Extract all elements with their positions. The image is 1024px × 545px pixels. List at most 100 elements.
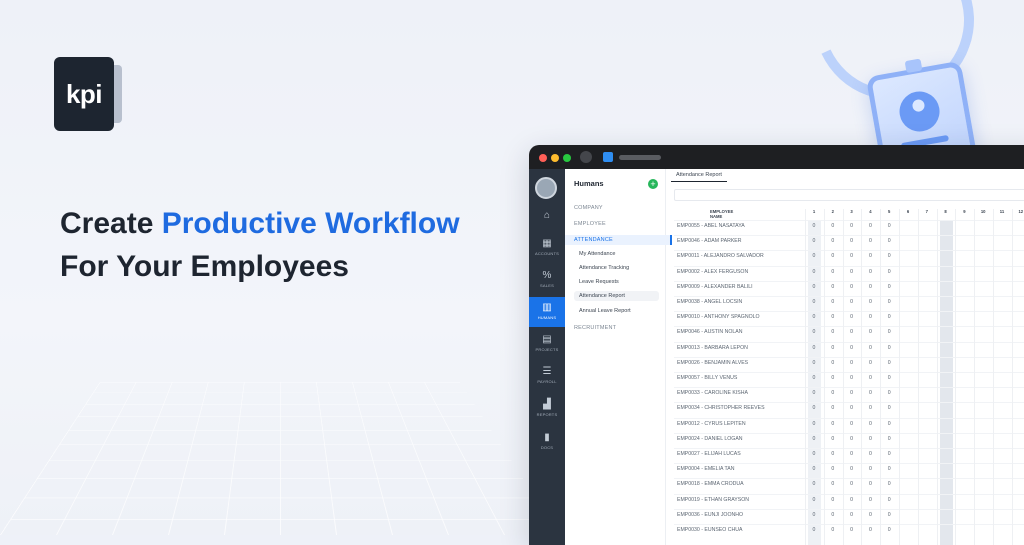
attendance-cell: 0 bbox=[868, 420, 872, 427]
row-divider bbox=[674, 250, 1024, 252]
close-dot[interactable] bbox=[539, 154, 547, 162]
rail-item-projects[interactable]: ▤ PROJECTS bbox=[529, 329, 565, 359]
avatar[interactable] bbox=[535, 177, 557, 199]
attendance-cell: 0 bbox=[850, 375, 854, 381]
humans-icon: ▥ bbox=[542, 302, 552, 313]
column-divider bbox=[861, 209, 863, 545]
employee-name[interactable]: EMP0030 - EUNSEO CHUA bbox=[677, 527, 742, 533]
attendance-cell: 0 bbox=[868, 405, 872, 412]
rail-item-home[interactable]: ⌂ bbox=[529, 205, 565, 235]
attendance-cell: 0 bbox=[812, 299, 816, 305]
day-header: 12 bbox=[1018, 209, 1024, 214]
attendance-cell: 0 bbox=[850, 299, 854, 305]
attendance-cell: 0 bbox=[850, 420, 854, 427]
attendance-cell: 0 bbox=[868, 283, 872, 290]
nav-attendance-report[interactable]: Attendance Report bbox=[574, 291, 659, 301]
day-header: 7 bbox=[925, 209, 928, 214]
employee-name[interactable]: EMP0018 - EMMA CRODUA bbox=[677, 481, 744, 487]
attendance-cell: 0 bbox=[831, 481, 835, 488]
browser-button[interactable] bbox=[580, 151, 592, 163]
employee-name[interactable]: EMP0026 - BENJAMIN ALVES bbox=[677, 360, 748, 366]
day-header: 1 bbox=[812, 209, 816, 214]
attendance-cell: 0 bbox=[831, 283, 835, 290]
nav-company[interactable]: COMPANY bbox=[574, 205, 603, 211]
employee-name[interactable]: EMP0013 - BARBARA LEPON bbox=[677, 345, 748, 351]
attendance-cell: 0 bbox=[831, 314, 835, 321]
nav-leave-requests[interactable]: Leave Requests bbox=[579, 279, 619, 285]
employee-name[interactable]: EMP0002 - ALEX FERGUSON bbox=[677, 269, 748, 275]
column-shade bbox=[939, 221, 953, 545]
app-rail: ⌂ ▦ ACCOUNTS% SALES ▥ HUMANS ▤ PROJECTS ☰ PAYROLL… bbox=[529, 169, 565, 545]
attendance-cell: 0 bbox=[831, 344, 835, 351]
nav-employee[interactable]: EMPLOYEE bbox=[574, 221, 606, 227]
row-divider bbox=[674, 265, 1024, 267]
employee-name[interactable]: EMP0046 - AUSTIN NOLAN bbox=[677, 329, 742, 335]
employee-name[interactable]: EMP0036 - EUNJI JOONHO bbox=[677, 512, 743, 518]
employee-name[interactable]: EMP0004 - EMELIA TAN bbox=[677, 466, 734, 472]
day-header: 6 bbox=[906, 209, 910, 214]
row-divider bbox=[674, 463, 1024, 465]
user-icon bbox=[896, 88, 943, 135]
attendance-cell: 0 bbox=[887, 390, 891, 397]
attendance-cell: 0 bbox=[887, 435, 891, 442]
column-divider bbox=[1011, 209, 1013, 545]
projects-icon: ▤ bbox=[542, 334, 552, 345]
row-divider bbox=[674, 387, 1024, 389]
attendance-cell: 0 bbox=[850, 238, 854, 245]
attendance-cell: 0 bbox=[887, 466, 891, 473]
employee-name[interactable]: EMP0009 - ALEXANDER BALILI bbox=[677, 284, 753, 290]
tab-attendance-report[interactable]: Attendance Report bbox=[671, 172, 727, 182]
attendance-cell: 0 bbox=[831, 496, 835, 503]
add-button[interactable]: + bbox=[648, 179, 658, 189]
nav-attendance[interactable]: ATTENDANCE bbox=[565, 235, 672, 245]
attendance-cell: 0 bbox=[812, 511, 816, 518]
employee-name[interactable]: EMP0019 - ETHAN GRAYSON bbox=[677, 497, 749, 503]
employee-name[interactable]: EMP0012 - CYRUS LEPITEN bbox=[677, 421, 746, 427]
nav-my-attendance[interactable]: My Attendance bbox=[579, 251, 615, 257]
row-divider bbox=[674, 296, 1024, 297]
attendance-cell: 0 bbox=[812, 527, 816, 533]
rail-item-payroll[interactable]: ☰ PAYROLL bbox=[529, 361, 565, 391]
rail-item-accounts[interactable]: ▦ ACCOUNTS bbox=[529, 233, 565, 263]
employee-name[interactable]: EMP0010 - ANTHONY SPAGNOLO bbox=[677, 314, 760, 320]
employee-name[interactable]: EMP0027 - ELIJAH LUCAS bbox=[677, 451, 741, 457]
minimize-dot[interactable] bbox=[551, 154, 559, 162]
employee-name[interactable]: EMP0055 - ABEL NASATAYA bbox=[677, 223, 745, 229]
rail-item-reports[interactable]: ▟ REPORTS bbox=[529, 394, 565, 424]
rail-item-docs[interactable]: ▮ DOCS bbox=[529, 427, 565, 457]
employee-name[interactable]: EMP0033 - CAROLINE KISHA bbox=[677, 390, 748, 396]
rail-item-sales[interactable]: % SALES bbox=[529, 265, 565, 295]
attendance-cell: 0 bbox=[850, 359, 854, 366]
maximize-dot[interactable] bbox=[563, 154, 571, 162]
filter-bar[interactable] bbox=[674, 189, 1024, 201]
column-divider bbox=[936, 209, 938, 545]
attendance-cell: 0 bbox=[887, 238, 891, 245]
attendance-cell: 0 bbox=[868, 451, 872, 457]
employee-name[interactable]: EMP0034 - CHRISTOPHER REEVES bbox=[677, 405, 765, 411]
employee-name[interactable]: EMP0057 - BILLY VENUS bbox=[677, 375, 737, 381]
nav-annual-leave-report[interactable]: Annual Leave Report bbox=[579, 308, 631, 314]
column-divider bbox=[974, 209, 976, 545]
browser-tab[interactable] bbox=[619, 155, 661, 160]
attendance-cell: 0 bbox=[831, 390, 835, 397]
employee-name[interactable]: EMP0011 - ALEJANDRO SALVADOR bbox=[677, 253, 764, 259]
attendance-cell: 0 bbox=[868, 223, 872, 229]
attendance-cell: 0 bbox=[868, 268, 872, 275]
employee-name[interactable]: EMP0038 - ANGEL LOCSIN bbox=[677, 299, 742, 305]
rail-item-label: DOCS bbox=[540, 445, 554, 450]
row-divider bbox=[674, 493, 1024, 495]
column-divider bbox=[955, 209, 957, 545]
employee-name[interactable]: EMP0046 - ADAM PARKER bbox=[677, 238, 741, 244]
attendance-cell: 0 bbox=[887, 359, 891, 366]
nav-attendance-tracking[interactable]: Attendance Tracking bbox=[579, 265, 629, 271]
attendance-cell: 0 bbox=[868, 435, 872, 442]
nav-recruitment[interactable]: RECRUITMENT bbox=[574, 325, 616, 331]
attendance-cell: 0 bbox=[812, 375, 816, 381]
rail-item-humans[interactable]: ▥ HUMANS bbox=[529, 297, 565, 327]
employee-name[interactable]: EMP0024 - DANIEL LOGAN bbox=[677, 436, 743, 442]
attendance-cell: 0 bbox=[887, 375, 891, 381]
attendance-cell: 0 bbox=[887, 511, 891, 518]
headline-prefix: Create bbox=[60, 207, 154, 240]
attendance-cell: 0 bbox=[850, 466, 854, 473]
row-divider bbox=[674, 372, 1024, 373]
